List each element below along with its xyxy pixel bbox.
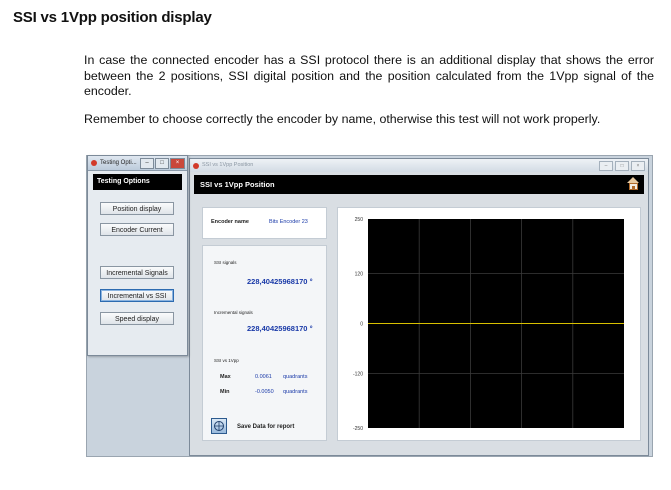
incremental-signals-button[interactable]: Incremental Signals (100, 266, 174, 279)
min-label: Min (220, 389, 230, 395)
section-heading: SSI vs 1Vpp position display (13, 9, 212, 26)
max-label: Max (220, 374, 231, 380)
max-value: 0.0061 (255, 374, 272, 380)
encoder-name-value[interactable]: Bits Encoder 23 (269, 219, 308, 225)
y-tick-label: -250 (353, 426, 363, 432)
position-data-panel: SSI signals 228,40425968170 ° Incrementa… (202, 245, 327, 441)
encoder-name-label: Encoder name (211, 219, 249, 225)
y-tick-label: 0 (360, 322, 363, 328)
window-titlebar: SSI vs 1Vpp Position – □ × (190, 159, 648, 172)
left-app-icon (91, 160, 97, 166)
y-tick-label: 250 (355, 217, 364, 223)
left-window-title: Testing Opti... (100, 160, 137, 166)
incremental-signals-label: Incremental signals (214, 310, 253, 315)
y-tick-label: 120 (355, 271, 364, 277)
ssi-position-value: 228,40425968170 ° (247, 277, 313, 286)
close-icon[interactable]: × (631, 161, 645, 171)
speed-display-button[interactable]: Speed display (100, 312, 174, 325)
window-title: SSI vs 1Vpp Position (202, 162, 254, 168)
ssi-vs-1vpp-window: SSI vs 1Vpp Position – □ × SSI vs 1Vpp P… (189, 158, 649, 456)
position-display-button[interactable]: Position display (100, 202, 174, 215)
note-paragraph: Remember to choose correctly the encoder… (84, 112, 601, 126)
ssi-vs-1vpp-label: SSI vs 1Vpp (214, 358, 239, 363)
save-icon[interactable] (211, 418, 227, 434)
left-minimize-icon[interactable]: – (140, 158, 154, 169)
incremental-vs-ssi-button[interactable]: Incremental vs SSI (100, 289, 174, 302)
y-tick-label: -120 (353, 372, 363, 378)
max-unit: quadrants (283, 374, 308, 380)
chart-panel: 250 120 0 -120 -250 (337, 207, 641, 441)
incremental-position-value: 228,40425968170 ° (247, 324, 313, 333)
ssi-signals-label: SSI signals (214, 260, 237, 265)
testing-options-window: Testing Opti... – □ × Testing Options Po… (87, 155, 188, 356)
save-data-button[interactable]: Save Data for report (237, 424, 294, 430)
home-icon[interactable] (627, 177, 640, 191)
left-maximize-icon[interactable]: □ (155, 158, 169, 169)
page-title: SSI vs 1Vpp Position (200, 180, 275, 189)
encoder-panel: Encoder name Bits Encoder 23 (202, 207, 327, 239)
description-paragraph: In case the connected encoder has a SSI … (84, 53, 654, 98)
min-value: -0.0050 (255, 389, 274, 395)
testing-options-header: Testing Options (93, 174, 182, 190)
page-header: SSI vs 1Vpp Position (194, 175, 644, 194)
min-unit: quadrants (283, 389, 308, 395)
left-window-titlebar: Testing Opti... – □ × (88, 156, 187, 171)
minimize-icon[interactable]: – (599, 161, 613, 171)
maximize-icon[interactable]: □ (615, 161, 629, 171)
app-icon (193, 162, 199, 169)
position-error-chart: 250 120 0 -120 -250 (353, 217, 624, 432)
encoder-current-button[interactable]: Encoder Current (100, 223, 174, 236)
left-close-icon[interactable]: × (170, 158, 185, 169)
